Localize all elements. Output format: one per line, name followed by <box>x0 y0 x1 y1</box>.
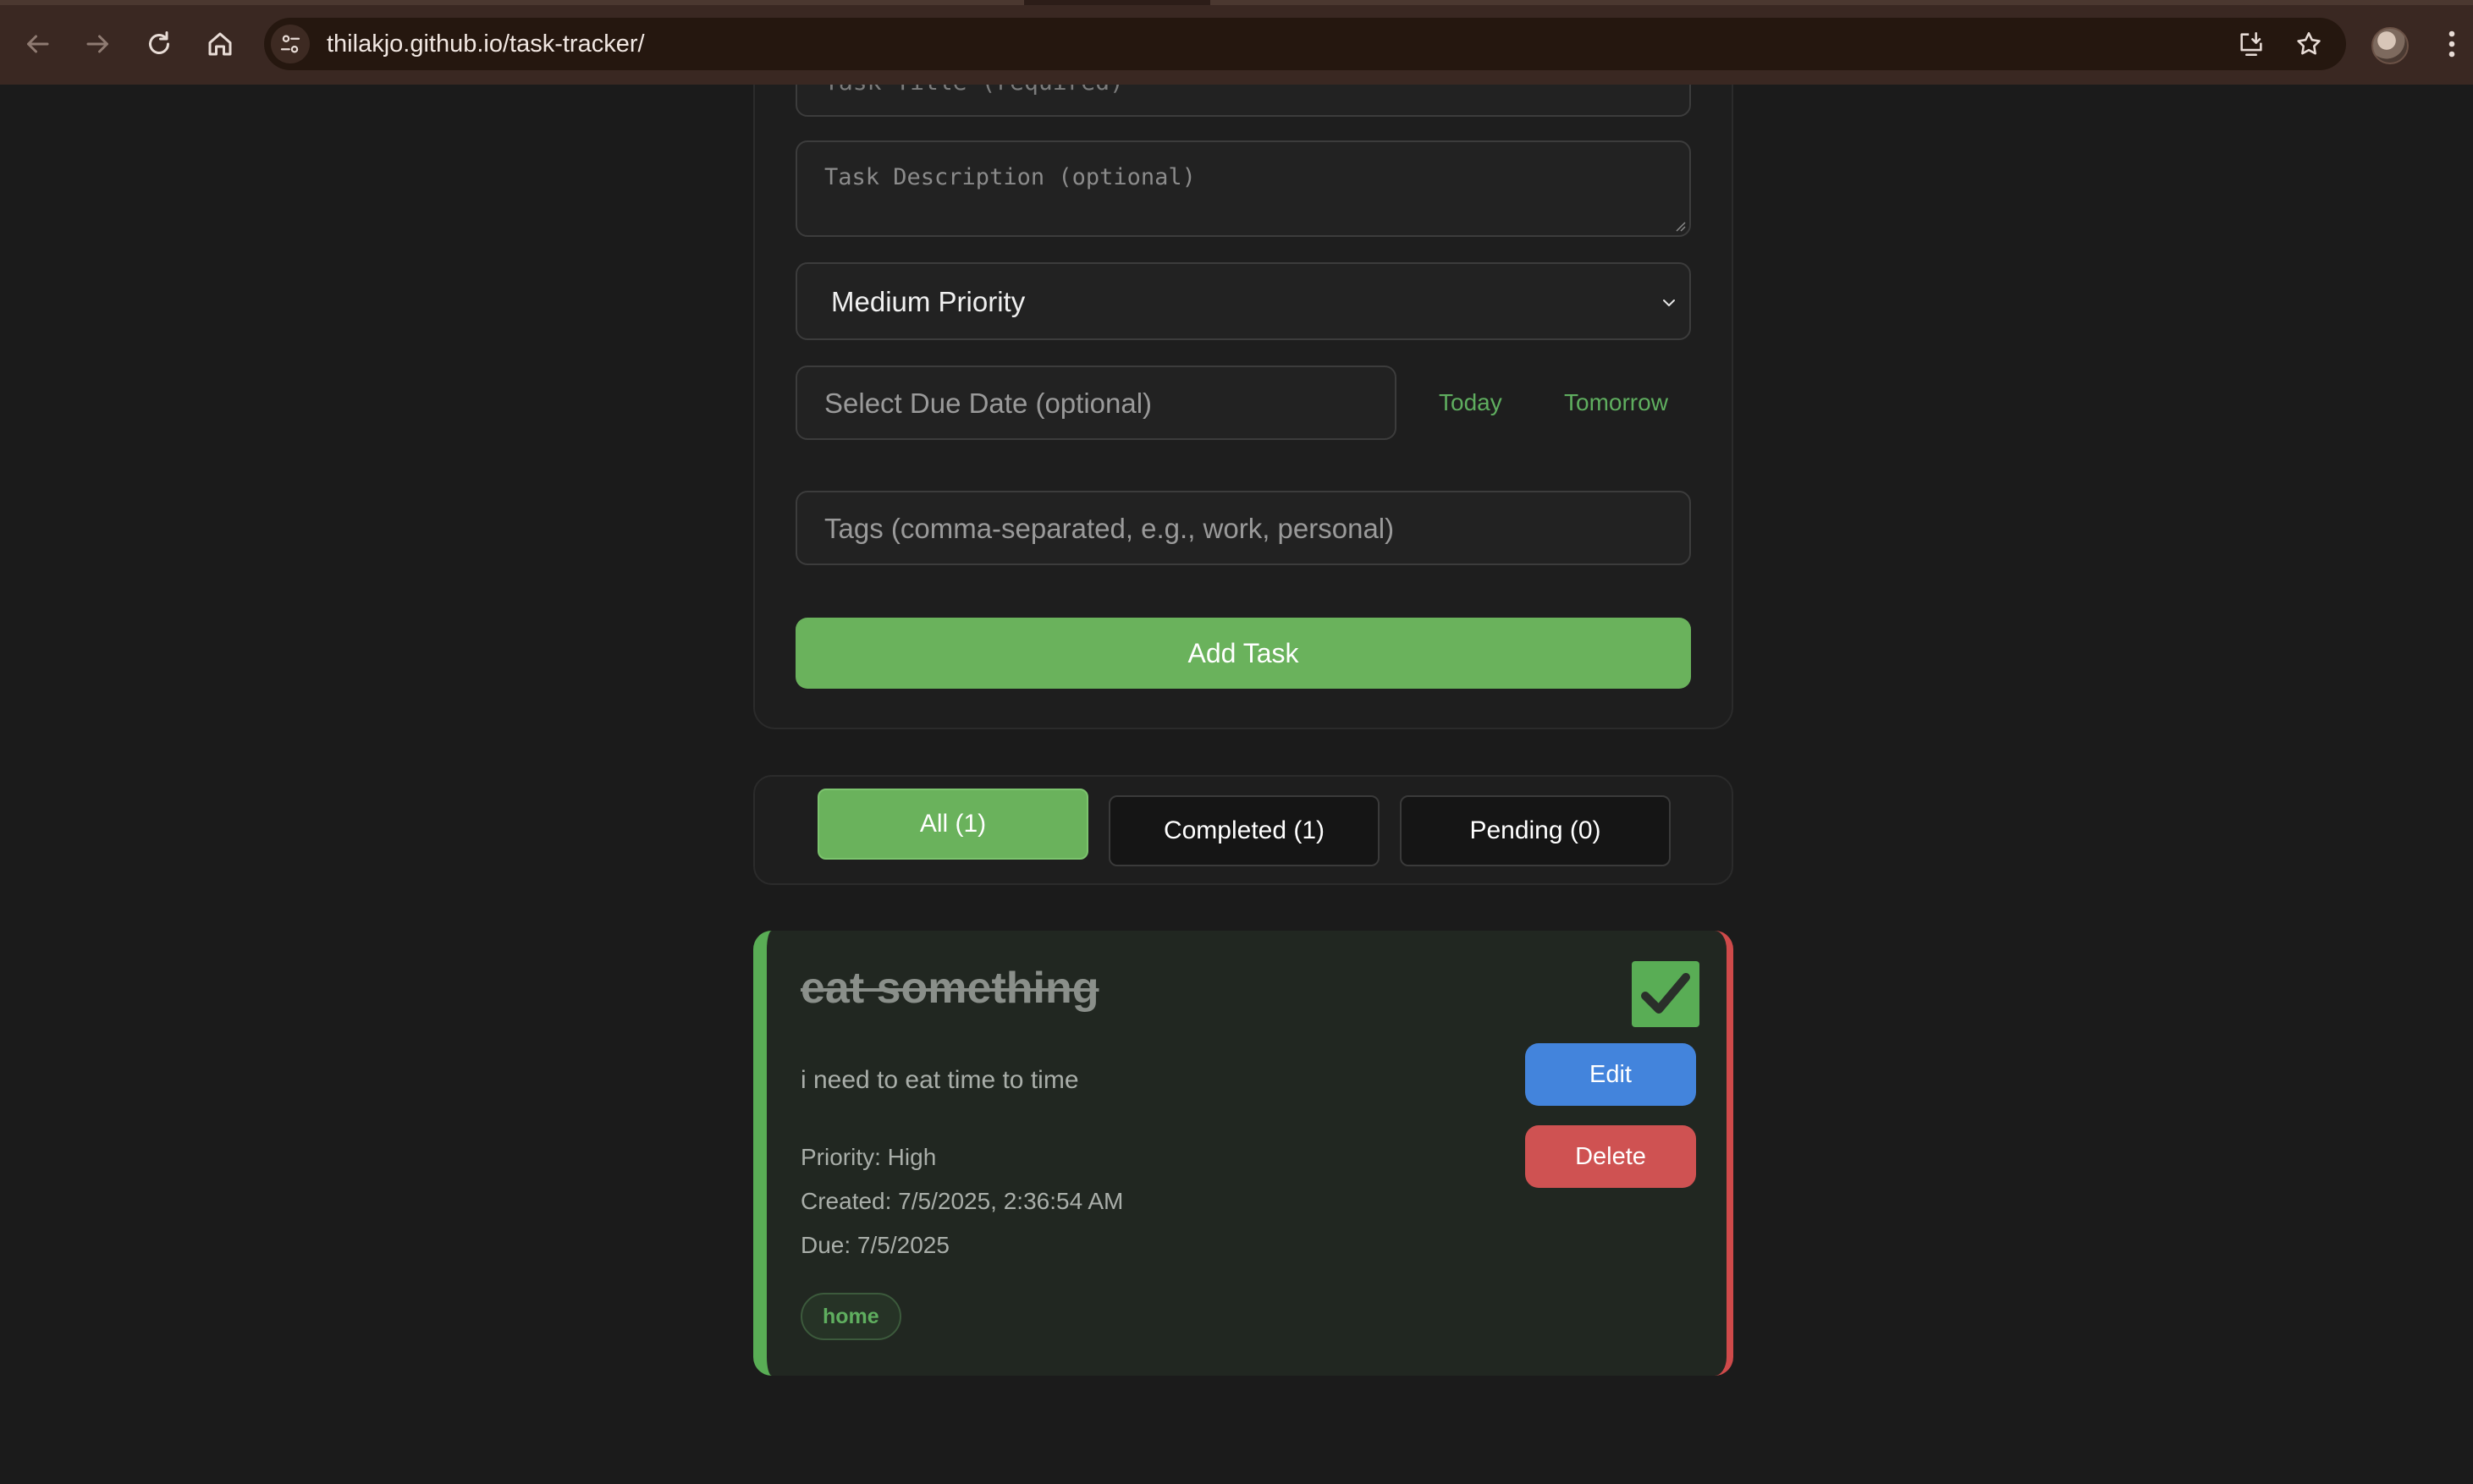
browser-toolbar: thilakjo.github.io/task-tracker/ <box>0 0 2473 85</box>
forward-arrow-icon <box>86 35 108 53</box>
home-icon <box>208 32 232 56</box>
edit-task-button[interactable]: Edit <box>1525 1043 1696 1106</box>
task-complete-checkbox[interactable] <box>1632 961 1699 1027</box>
tab-edge <box>0 0 1024 5</box>
more-vert-icon <box>2448 30 2455 58</box>
filter-completed-button[interactable]: Completed (1) <box>1109 795 1380 866</box>
due-date-input[interactable]: Select Due Date (optional) <box>796 366 1396 440</box>
browser-menu-button[interactable] <box>2439 25 2465 63</box>
site-settings-icon <box>280 35 300 53</box>
task-title: eat something <box>801 964 1099 1013</box>
tab-strip <box>0 0 2473 5</box>
site-settings-button[interactable] <box>271 25 310 63</box>
reload-icon <box>149 31 169 54</box>
filter-pending-button[interactable]: Pending (0) <box>1400 795 1671 866</box>
bookmark-star-icon <box>2297 31 2321 55</box>
task-due: Due: 7/5/2025 <box>801 1232 950 1258</box>
url-text[interactable]: thilakjo.github.io/task-tracker/ <box>327 18 645 70</box>
task-description-input[interactable]: Task Description (optional) <box>796 140 1691 237</box>
delete-task-button[interactable]: Delete <box>1525 1125 1696 1188</box>
priority-selected-value: Medium Priority <box>831 286 1026 317</box>
checkmark-icon <box>1641 973 1690 1014</box>
task-tag: home <box>801 1293 901 1340</box>
bookmark-button[interactable] <box>2294 29 2324 59</box>
back-button[interactable] <box>17 24 58 64</box>
task-description-placeholder: Task Description (optional) <box>824 164 1196 190</box>
tomorrow-button[interactable]: Tomorrow <box>1564 389 1668 416</box>
address-bar[interactable]: thilakjo.github.io/task-tracker/ <box>264 18 2346 70</box>
forward-button[interactable] <box>78 24 118 64</box>
task-description: i need to eat time to time <box>801 1066 1079 1094</box>
task-created: Created: 7/5/2025, 2:36:54 AM <box>801 1188 1124 1214</box>
today-button[interactable]: Today <box>1439 389 1502 416</box>
resize-handle-icon[interactable] <box>1674 220 1686 232</box>
filter-all-button[interactable]: All (1) <box>818 789 1088 860</box>
add-task-button[interactable]: Add Task <box>796 618 1691 689</box>
priority-select[interactable]: Medium Priority <box>796 262 1691 340</box>
chevron-down-icon <box>1663 300 1675 306</box>
task-priority: Priority: High <box>801 1144 937 1170</box>
home-button[interactable] <box>200 24 240 64</box>
tab-edge <box>1210 0 2473 5</box>
install-app-button[interactable] <box>2236 29 2266 59</box>
install-app-icon <box>2240 31 2262 57</box>
reload-button[interactable] <box>139 24 179 64</box>
tags-input[interactable]: Tags (comma-separated, e.g., work, perso… <box>796 491 1691 565</box>
tags-placeholder: Tags (comma-separated, e.g., work, perso… <box>824 513 1395 544</box>
due-date-placeholder: Select Due Date (optional) <box>824 387 1153 419</box>
back-arrow-icon <box>27 35 49 53</box>
profile-avatar[interactable] <box>2371 27 2409 64</box>
